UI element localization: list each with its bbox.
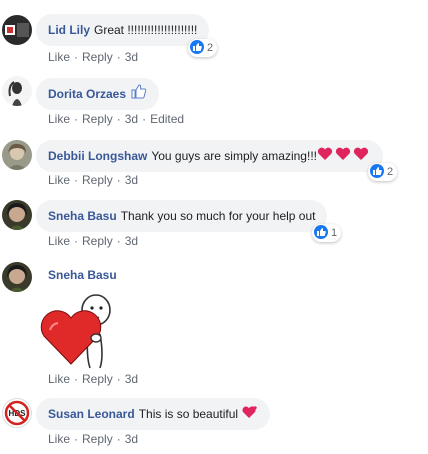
comment-text: Thank you so much for your help out (120, 209, 316, 223)
comment-actions: Like · Reply · 3d (48, 432, 139, 446)
comment-text: This is so beautiful (138, 407, 239, 421)
avatar[interactable]: HDS (2, 398, 32, 428)
reaction-count[interactable]: 2 (188, 39, 218, 57)
comment-susan-leonard: HDS Susan LeonardThis is so beautiful Li… (0, 392, 428, 454)
comment-debbii-longshaw: Debbii Longshaw You guys are simply amazi… (0, 130, 428, 192)
avatar[interactable] (2, 262, 32, 292)
reply-link[interactable]: Reply (82, 112, 113, 126)
reaction-count[interactable]: 1 (312, 224, 342, 242)
thumbs-up-icon (131, 79, 147, 111)
comment-actions: Like · Reply · 3d (48, 372, 139, 386)
comment-author[interactable]: Debbii Longshaw (48, 149, 147, 163)
timestamp[interactable]: 3d (125, 112, 138, 126)
reply-link[interactable]: Reply (82, 50, 113, 64)
like-reaction-icon (314, 225, 328, 240)
like-reaction-icon (190, 40, 204, 55)
comment-author[interactable]: Dorita Orzaes (48, 87, 126, 101)
like-link[interactable]: Like (48, 432, 70, 446)
like-link[interactable]: Like (48, 372, 70, 386)
comment-author[interactable]: Susan Leonard (48, 407, 135, 421)
comment-sneha-basu-sticker: Sneha Basu Like · Reply · 3d (0, 252, 428, 390)
comment-dorita-orzaes: Dorita Orzaes Like · Reply · 3d · Edited (0, 70, 428, 130)
timestamp[interactable]: 3d (125, 50, 138, 64)
comment-lid-lily: Lid Lily Great !!!!!!!!!!!!!!!!!!!!! 2 Li… (0, 0, 428, 66)
like-reaction-icon (370, 164, 384, 179)
comment-bubble: Debbii Longshaw You guys are simply amazi… (36, 140, 383, 172)
comment-actions: Like · Reply · 3d (48, 173, 139, 187)
like-link[interactable]: Like (48, 112, 70, 126)
reply-link[interactable]: Reply (82, 372, 113, 386)
comment-actions: Like · Reply · 3d (48, 234, 139, 248)
like-link[interactable]: Like (48, 173, 70, 187)
heart-hug-sticker[interactable] (38, 286, 118, 372)
reaction-count[interactable]: 2 (368, 163, 398, 181)
comment-bubble: Lid Lily Great !!!!!!!!!!!!!!!!!!!!! (36, 14, 210, 46)
heart-icon (242, 399, 258, 431)
comment-bubble: Dorita Orzaes (36, 78, 160, 111)
reply-link[interactable]: Reply (82, 234, 113, 248)
comment-author[interactable]: Sneha Basu (48, 209, 117, 223)
avatar[interactable] (2, 140, 32, 170)
timestamp[interactable]: 3d (125, 234, 138, 248)
comment-actions: Like · Reply · 3d · Edited (48, 112, 185, 126)
comment-text: Great !!!!!!!!!!!!!!!!!!!!! (94, 23, 198, 37)
comment-author[interactable]: Sneha Basu (48, 268, 117, 282)
comment-bubble: Sneha Basu Thank you so much for your hel… (36, 200, 328, 232)
comment-bubble: Susan Leonard This is so beautiful (36, 398, 271, 431)
heart-icon (317, 141, 371, 173)
edited-label[interactable]: Edited (150, 112, 184, 126)
reply-link[interactable]: Reply (82, 432, 113, 446)
like-link[interactable]: Like (48, 234, 70, 248)
comment-author[interactable]: Lid Lily (48, 23, 90, 37)
avatar[interactable] (2, 76, 32, 106)
comment-sneha-basu: Sneha Basu Thank you so much for your hel… (0, 192, 428, 252)
timestamp[interactable]: 3d (125, 432, 138, 446)
comment-text: You guys are simply amazing!!! (151, 149, 317, 163)
comment-actions: Like · Reply · 3d (48, 50, 139, 64)
avatar[interactable] (2, 15, 32, 45)
like-link[interactable]: Like (48, 50, 70, 64)
avatar[interactable] (2, 200, 32, 230)
timestamp[interactable]: 3d (125, 372, 138, 386)
reply-link[interactable]: Reply (82, 173, 113, 187)
timestamp[interactable]: 3d (125, 173, 138, 187)
